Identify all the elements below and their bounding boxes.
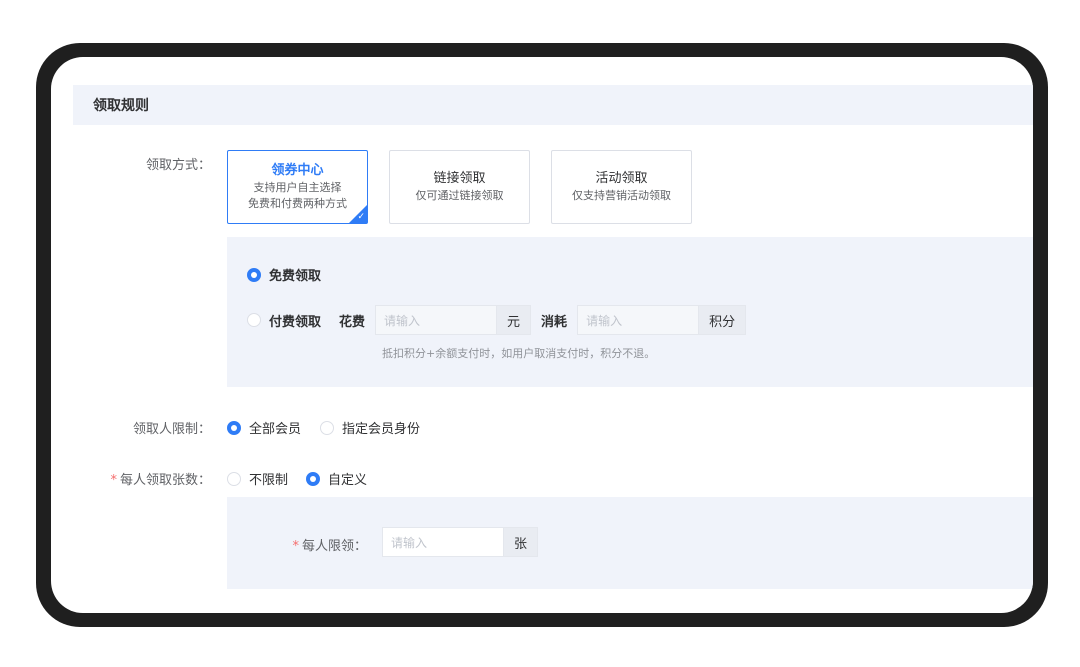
radio-unchecked-icon[interactable] <box>247 313 261 327</box>
radio-all-members[interactable]: 全部会员 <box>227 418 319 437</box>
consume-label: 消耗 <box>541 314 568 330</box>
radio-checked-icon[interactable] <box>247 267 261 282</box>
required-mark: * <box>110 473 117 488</box>
option-title: 活动领取 <box>595 171 648 186</box>
cost-unit: 元 <box>497 305 532 335</box>
consume-input[interactable]: 请输入 <box>577 305 700 335</box>
radio-unchecked-icon[interactable] <box>227 471 241 486</box>
required-mark: * <box>292 539 299 554</box>
radio-free[interactable]: 免费领取 <box>247 265 339 284</box>
radio-label: 自定义 <box>328 473 368 488</box>
radio-label: 指定会员身份 <box>342 422 421 437</box>
radio-label: 免费领取 <box>269 269 322 284</box>
limit-input[interactable]: 请输入 <box>382 527 504 557</box>
option-title: 领券中心 <box>271 163 324 178</box>
radio-checked-icon[interactable] <box>306 471 320 486</box>
claim-method-panel: 免费领取 付费领取 花费 请输入 元 消耗 请输入 积分 抵扣积分+余额支付时，… <box>227 237 1033 387</box>
cost-input-group: 请输入 元 <box>375 305 532 335</box>
option-card-link[interactable]: 链接领取 仅可通过链接领取 <box>389 150 530 224</box>
per-person-label: * 每人领取张数： <box>91 469 211 488</box>
consume-input-group: 请输入 积分 <box>577 305 747 335</box>
per-person-panel: * 每人限领： 请输入 张 <box>227 497 1033 589</box>
per-person-label-text: 每人领取张数： <box>119 473 211 488</box>
radio-unchecked-icon[interactable] <box>320 420 334 435</box>
payment-hint: 抵扣积分+余额支付时，如用户取消支付时，积分不退。 <box>382 347 656 360</box>
section-title: 领取规则 <box>93 98 149 114</box>
radio-unlimited[interactable]: 不限制 <box>227 469 306 488</box>
option-desc: 仅支持营销活动领取 <box>572 189 671 202</box>
radio-label: 不限制 <box>249 473 289 488</box>
cost-input[interactable]: 请输入 <box>375 305 498 335</box>
radio-paid-row: 付费领取 花费 请输入 元 消耗 请输入 积分 <box>247 305 756 335</box>
option-desc: 支持用户自主选择 <box>253 181 342 194</box>
radio-label[interactable]: 付费领取 <box>269 311 321 330</box>
option-card-coupon-center[interactable]: 领券中心 支持用户自主选择 免费和付费两种方式 ✓ <box>227 150 368 224</box>
option-desc: 免费和付费两种方式 <box>248 197 347 210</box>
option-title: 链接领取 <box>433 171 486 186</box>
radio-label: 全部会员 <box>249 422 302 437</box>
cost-label: 花费 <box>339 314 366 330</box>
limit-input-wrapper: 请输入 张 <box>382 527 539 557</box>
radio-checked-icon[interactable] <box>227 420 241 435</box>
limit-unit: 张 <box>504 527 539 557</box>
limit-label-text: 每人限领： <box>301 539 367 554</box>
claim-method-label: 领取方式： <box>145 158 211 173</box>
limit-label: * 每人限领： <box>267 535 367 554</box>
limit-input-group: 请输入 张 <box>382 527 548 557</box>
radio-custom[interactable]: 自定义 <box>306 469 385 488</box>
consume-unit: 积分 <box>699 305 747 335</box>
screen: 领取规则 领取方式： 领券中心 支持用户自主选择 免费和付费两种方式 ✓ 链接领… <box>51 57 1033 613</box>
option-desc: 仅可通过链接领取 <box>415 189 504 202</box>
section-header: 领取规则 <box>73 85 1033 125</box>
claimer-limit-label: 领取人限制： <box>132 422 211 437</box>
checkmark-icon: ✓ <box>357 212 365 222</box>
radio-specific-members[interactable]: 指定会员身份 <box>320 418 438 437</box>
option-card-activity[interactable]: 活动领取 仅支持营销活动领取 <box>551 150 692 224</box>
